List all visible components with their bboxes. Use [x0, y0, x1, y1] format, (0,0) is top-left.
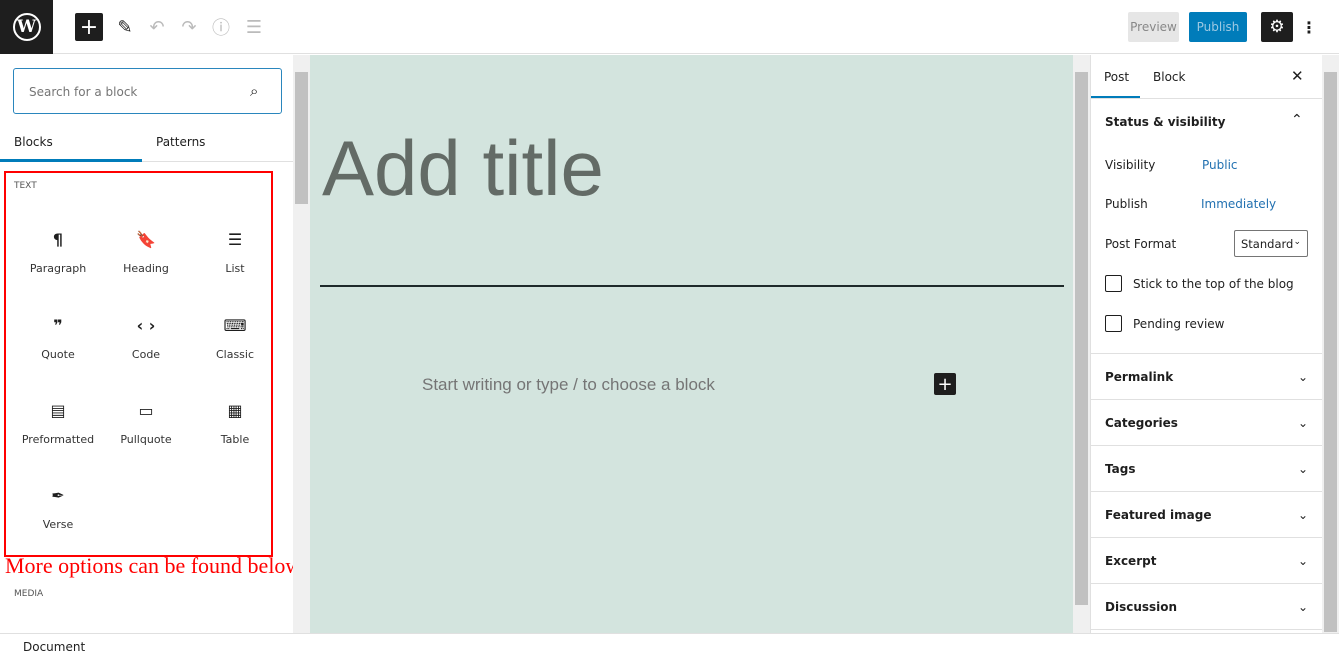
list-view-icon[interactable]: ☰	[240, 13, 268, 41]
wordpress-logo[interactable]: W	[0, 0, 53, 54]
tab-post[interactable]: Post	[1104, 70, 1129, 84]
chevron-down-icon: ⌄	[1297, 507, 1308, 522]
undo-icon[interactable]: ↶	[143, 13, 171, 41]
panel-title: Discussion	[1105, 599, 1178, 614]
block-label: Classic	[215, 348, 255, 361]
chevron-down-icon: ⌄	[1293, 237, 1301, 247]
wordpress-icon: W	[12, 13, 41, 41]
more-options-icon[interactable]: ⋮	[1300, 12, 1318, 42]
block-item-classic[interactable]: ⌨ Classic	[191, 314, 279, 361]
block-label: Verse	[42, 518, 74, 531]
panel-divider	[1091, 629, 1322, 630]
block-label: Paragraph	[29, 262, 87, 275]
block-item-list[interactable]: ☰ List	[191, 228, 279, 275]
block-label: Quote	[41, 348, 75, 361]
inline-add-block-button[interactable]: +	[934, 373, 956, 395]
quote-icon: ❞	[53, 316, 63, 335]
panel-title: Permalink	[1105, 369, 1174, 384]
block-item-preformatted[interactable]: ▤ Preformatted	[14, 399, 102, 446]
info-icon[interactable]: ⓘ	[207, 13, 235, 41]
panel-featured-image[interactable]: Featured image ⌄	[1091, 491, 1322, 537]
sidebar-scrollbar[interactable]	[1322, 55, 1339, 633]
annotation-text: More options can be found below	[5, 553, 302, 578]
heading-icon: 🔖	[136, 230, 156, 249]
code-icon: ‹ ›	[136, 316, 156, 335]
panel-title: Categories	[1105, 415, 1178, 430]
panel-title: Excerpt	[1105, 553, 1157, 568]
block-item-verse[interactable]: ✒ Verse	[14, 484, 102, 531]
edit-tools-pencil-icon[interactable]: ✎	[111, 13, 139, 41]
block-item-pullquote[interactable]: ▭ Pullquote	[102, 399, 190, 446]
publish-button[interactable]: Publish	[1189, 12, 1247, 42]
panel-categories[interactable]: Categories ⌄	[1091, 399, 1322, 445]
tab-block[interactable]: Block	[1153, 70, 1185, 84]
tab-divider	[1091, 98, 1322, 99]
classic-icon: ⌨	[223, 316, 247, 335]
block-search-input[interactable]: Search for a block	[13, 68, 282, 114]
close-icon[interactable]: ✕	[1291, 67, 1304, 85]
verse-icon: ✒	[51, 486, 65, 505]
separator-line	[320, 285, 1064, 287]
publish-label: Publish	[1105, 197, 1148, 211]
panel-title: Tags	[1105, 461, 1136, 476]
add-block-button[interactable]: +	[75, 13, 103, 41]
search-icon: ⌕	[250, 82, 259, 100]
preview-button[interactable]: Preview	[1128, 12, 1179, 42]
redo-icon[interactable]: ↷	[175, 13, 203, 41]
panel-title: Featured image	[1105, 507, 1212, 522]
chevron-up-icon[interactable]: ⌃	[1291, 112, 1303, 128]
block-label: Heading	[123, 262, 169, 275]
block-item-code[interactable]: ‹ › Code	[102, 314, 190, 361]
post-format-value: Standard	[1241, 237, 1294, 251]
post-format-select[interactable]: Standard ⌄	[1234, 230, 1308, 257]
editor-scrollbar[interactable]	[1073, 55, 1090, 633]
block-label: Pullquote	[120, 433, 172, 446]
chevron-down-icon: ⌄	[1297, 369, 1308, 384]
table-icon: ▦	[227, 401, 243, 420]
paragraph-icon: ¶	[52, 230, 64, 249]
visibility-label: Visibility	[1105, 158, 1156, 172]
pending-review-label: Pending review	[1133, 317, 1225, 331]
block-item-paragraph[interactable]: ¶ Paragraph	[14, 228, 102, 275]
status-visibility-heading[interactable]: Status & visibility	[1105, 115, 1225, 129]
breadcrumb-document[interactable]: Document	[23, 640, 85, 654]
chevron-down-icon: ⌄	[1297, 461, 1308, 476]
paragraph-placeholder[interactable]: Start writing or type / to choose a bloc…	[422, 375, 715, 395]
block-label: List	[225, 262, 245, 275]
category-media-heading: MEDIA	[14, 589, 44, 599]
block-item-table[interactable]: ▦ Table	[191, 399, 279, 446]
visibility-link[interactable]: Public	[1202, 158, 1238, 172]
preformatted-icon: ▤	[50, 401, 66, 420]
chevron-down-icon: ⌄	[1297, 415, 1308, 430]
stick-to-top-checkbox[interactable]	[1105, 275, 1122, 292]
block-label: Code	[131, 348, 161, 361]
panel-excerpt[interactable]: Excerpt ⌄	[1091, 537, 1322, 583]
inserter-scrollbar[interactable]	[293, 55, 310, 633]
tab-patterns[interactable]: Patterns	[156, 135, 205, 149]
list-icon: ☰	[227, 230, 243, 249]
panel-discussion[interactable]: Discussion ⌄	[1091, 583, 1322, 629]
publish-date-link[interactable]: Immediately	[1201, 197, 1276, 211]
chevron-down-icon: ⌄	[1297, 599, 1308, 614]
block-label: Table	[220, 433, 250, 446]
block-breadcrumb: Document	[0, 633, 1339, 657]
settings-gear-icon[interactable]: ⚙	[1261, 12, 1293, 42]
chevron-down-icon: ⌄	[1297, 553, 1308, 568]
pending-review-checkbox[interactable]	[1105, 315, 1122, 332]
block-item-heading[interactable]: 🔖 Heading	[102, 228, 190, 275]
pullquote-icon: ▭	[138, 401, 154, 420]
tab-blocks[interactable]: Blocks	[14, 135, 53, 149]
active-tab-indicator	[0, 159, 142, 162]
panel-permalink[interactable]: Permalink ⌄	[1091, 353, 1322, 399]
post-title-input[interactable]: Add title	[322, 123, 604, 214]
category-text-heading: TEXT	[14, 181, 37, 191]
block-label: Preformatted	[21, 433, 95, 446]
block-item-quote[interactable]: ❞ Quote	[14, 314, 102, 361]
post-format-label: Post Format	[1105, 237, 1177, 251]
stick-to-top-label: Stick to the top of the blog	[1133, 277, 1294, 291]
panel-tags[interactable]: Tags ⌄	[1091, 445, 1322, 491]
